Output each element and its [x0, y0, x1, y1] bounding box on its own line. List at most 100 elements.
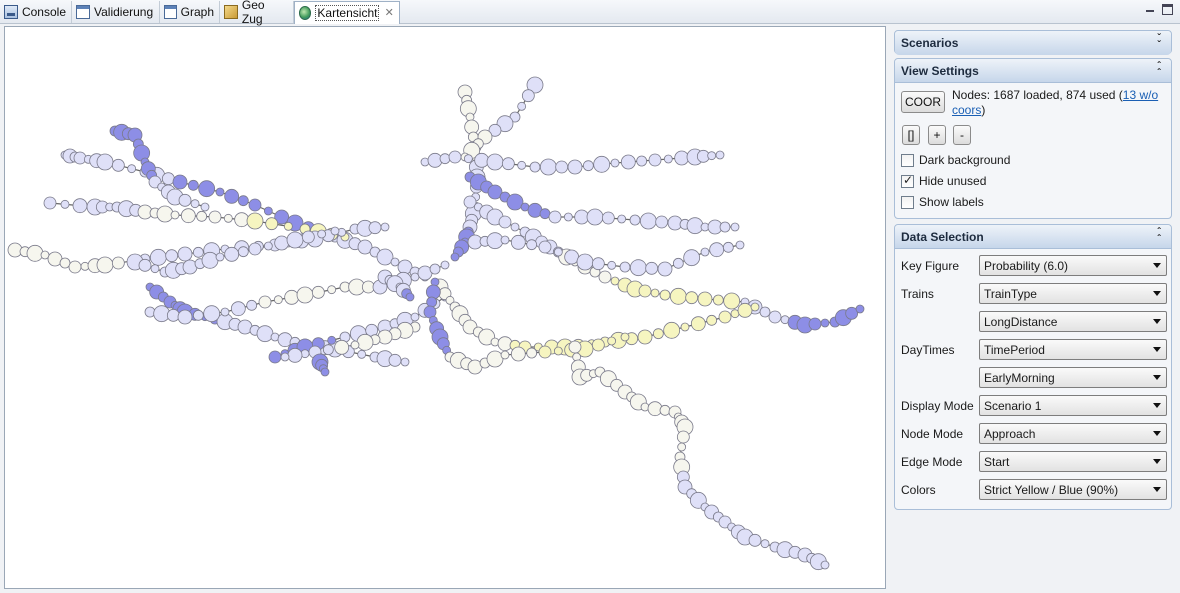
station-node[interactable]: [676, 430, 690, 444]
node-mode-select[interactable]: Approach: [979, 423, 1167, 444]
station-node[interactable]: [200, 202, 210, 212]
station-node[interactable]: [607, 336, 617, 346]
station-node[interactable]: [426, 296, 438, 308]
station-node[interactable]: [274, 235, 290, 251]
station-node[interactable]: [593, 155, 611, 173]
station-node[interactable]: [60, 199, 70, 209]
station-node[interactable]: [486, 350, 504, 368]
station-node[interactable]: [68, 260, 82, 274]
station-node[interactable]: [715, 150, 725, 160]
edge-mode-select[interactable]: Start: [979, 451, 1167, 472]
view-settings-header[interactable]: View Settings ˆˆ: [895, 59, 1171, 83]
station-node[interactable]: [165, 249, 179, 263]
station-node[interactable]: [327, 285, 337, 295]
station-node[interactable]: [330, 226, 340, 236]
station-node[interactable]: [730, 222, 740, 232]
station-node[interactable]: [610, 158, 620, 168]
station-node[interactable]: [735, 240, 745, 250]
station-node[interactable]: [582, 160, 594, 172]
station-node[interactable]: [574, 209, 590, 225]
close-icon[interactable]: ✕: [384, 7, 394, 19]
station-node[interactable]: [203, 305, 221, 323]
station-node[interactable]: [539, 208, 551, 220]
station-node[interactable]: [591, 257, 605, 271]
station-node[interactable]: [697, 291, 713, 307]
station-node[interactable]: [263, 206, 273, 216]
station-node[interactable]: [659, 289, 671, 301]
station-node[interactable]: [234, 212, 250, 228]
station-node[interactable]: [601, 211, 615, 225]
station-node[interactable]: [161, 172, 175, 186]
station-node[interactable]: [820, 560, 830, 570]
station-node[interactable]: [246, 299, 258, 311]
station-node[interactable]: [26, 244, 44, 262]
station-node[interactable]: [320, 367, 330, 377]
station-node[interactable]: [166, 308, 180, 322]
station-node[interactable]: [598, 270, 612, 284]
station-node[interactable]: [448, 150, 462, 164]
station-node[interactable]: [350, 340, 360, 350]
display-mode-select[interactable]: Scenario 1: [979, 395, 1167, 416]
station-node[interactable]: [138, 258, 152, 272]
station-node[interactable]: [248, 198, 262, 212]
station-node[interactable]: [700, 247, 710, 257]
station-node[interactable]: [607, 260, 617, 270]
station-node[interactable]: [322, 344, 334, 356]
station-node[interactable]: [659, 404, 671, 416]
station-node[interactable]: [538, 345, 552, 359]
station-node[interactable]: [652, 328, 664, 340]
station-node[interactable]: [277, 332, 293, 348]
station-node[interactable]: [178, 193, 192, 207]
station-node[interactable]: [663, 154, 673, 164]
station-node[interactable]: [506, 193, 524, 211]
station-node[interactable]: [750, 302, 760, 312]
station-node[interactable]: [539, 158, 557, 176]
station-node[interactable]: [263, 241, 273, 251]
station-node[interactable]: [224, 188, 240, 204]
station-node[interactable]: [564, 249, 580, 265]
station-node[interactable]: [356, 333, 374, 351]
station-node[interactable]: [215, 187, 225, 197]
station-node[interactable]: [208, 210, 222, 224]
tab-kartensicht[interactable]: Kartensicht ✕: [294, 1, 400, 24]
station-node[interactable]: [760, 539, 770, 549]
station-node[interactable]: [400, 357, 410, 367]
station-node[interactable]: [650, 288, 660, 298]
station-node[interactable]: [748, 533, 762, 547]
station-node[interactable]: [526, 239, 538, 251]
station-node[interactable]: [548, 210, 562, 224]
station-node[interactable]: [669, 287, 687, 305]
station-node[interactable]: [357, 349, 367, 359]
station-node[interactable]: [377, 329, 393, 345]
show-labels-checkbox[interactable]: Show labels: [901, 194, 984, 210]
dark-background-checkbox[interactable]: Dark background: [901, 152, 1010, 168]
station-node[interactable]: [501, 157, 515, 171]
colors-select[interactable]: Strict Yellow / Blue (90%): [979, 479, 1167, 500]
network-graph[interactable]: [5, 27, 885, 588]
tab-geo-zug[interactable]: Geo Zug: [220, 0, 294, 26]
station-node[interactable]: [498, 215, 512, 229]
station-node[interactable]: [390, 257, 400, 267]
maximize-icon[interactable]: [1162, 4, 1173, 15]
station-node[interactable]: [553, 247, 563, 257]
station-node[interactable]: [111, 158, 125, 172]
station-node[interactable]: [258, 295, 272, 309]
station-node[interactable]: [657, 261, 673, 277]
station-node[interactable]: [576, 253, 594, 271]
station-node[interactable]: [645, 261, 659, 275]
station-node[interactable]: [619, 261, 631, 273]
station-node[interactable]: [567, 159, 583, 175]
station-node[interactable]: [737, 302, 753, 318]
map-canvas[interactable]: [4, 26, 886, 589]
station-node[interactable]: [629, 259, 647, 277]
station-node[interactable]: [677, 442, 687, 452]
collapse-icon[interactable]: ˆˆ: [1154, 62, 1164, 79]
station-node[interactable]: [429, 263, 441, 275]
station-node[interactable]: [648, 153, 662, 167]
checkbox-box[interactable]: [901, 153, 914, 167]
station-node[interactable]: [526, 347, 538, 359]
station-node[interactable]: [529, 161, 541, 173]
station-node[interactable]: [510, 222, 520, 232]
station-node[interactable]: [150, 264, 160, 274]
station-node[interactable]: [486, 232, 504, 250]
